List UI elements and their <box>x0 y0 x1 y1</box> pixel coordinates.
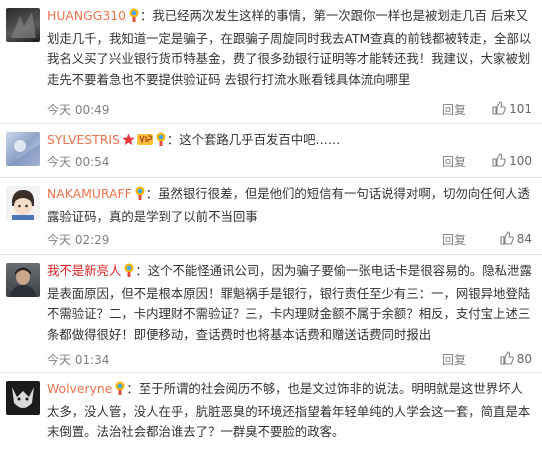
timestamp: 今天 02:29 <box>47 233 110 247</box>
comment-body: SYLVESTRIS ：这个套路几乎百发百中吧…… 今天 00:54 回复 100 <box>47 130 532 169</box>
like-count: 100 <box>509 154 532 168</box>
comment-body: 我不是新亮人 ：这个不能怪通讯公司，因为骗子要偷一张电话卡是很容易的。隐私泄露是表… <box>47 261 532 367</box>
rainbow-badge-icon[interactable] <box>114 381 126 402</box>
thumbs-up-icon <box>500 231 514 248</box>
avatar[interactable] <box>6 381 40 415</box>
like-button[interactable]: 80 <box>500 351 532 368</box>
thumbs-up-icon <box>500 351 514 368</box>
reply-button[interactable]: 回复 <box>442 231 466 248</box>
avatar[interactable] <box>6 186 40 220</box>
reply-button[interactable]: 回复 <box>442 153 466 170</box>
thumbs-up-icon <box>492 101 506 118</box>
comment-item: SYLVESTRIS ：这个套路几乎百发百中吧…… 今天 00:54 回复 100 <box>0 124 542 178</box>
rainbow-badge-icon[interactable] <box>134 186 146 207</box>
thumbs-up-icon <box>492 153 506 170</box>
like-button[interactable]: 84 <box>500 231 532 248</box>
vip-level-icon[interactable] <box>136 132 153 153</box>
avatar[interactable] <box>6 132 40 166</box>
comment-text-block: 我不是新亮人 ：这个不能怪通讯公司，因为骗子要偷一张电话卡是很容易的。隐私泄露是表… <box>47 261 532 345</box>
like-count: 84 <box>516 232 532 246</box>
like-button[interactable]: 101 <box>492 101 532 118</box>
username-link[interactable]: Wolveryne <box>47 381 112 396</box>
avatar[interactable] <box>6 263 40 297</box>
username-link[interactable]: HUANGG310 <box>47 8 126 23</box>
rainbow-badge-icon[interactable] <box>128 8 140 29</box>
rainbow-badge-icon[interactable] <box>123 263 135 284</box>
comment-body: HUANGG310 ：我已经两次发生这样的事情，第一次跟你一样也是被划走几百 后来… <box>47 6 532 117</box>
timestamp: 今天 01:34 <box>47 353 110 367</box>
comment-text-block: SYLVESTRIS ：这个套路几乎百发百中吧…… <box>47 130 532 153</box>
like-button[interactable]: 100 <box>492 153 532 170</box>
timestamp: 今天 00:49 <box>47 103 110 117</box>
comment-item: Wolveryne ：至于所谓的社会阅历不够，也是文过饰非的说法。明明就是这世界坏… <box>0 373 542 457</box>
rainbow-badge-icon[interactable] <box>155 132 167 153</box>
comment-body: Wolveryne ：至于所谓的社会阅历不够，也是文过饰非的说法。明明就是这世界坏… <box>47 379 532 443</box>
like-count: 80 <box>516 352 532 366</box>
comment-item: NAKAMURAFF ：虽然银行很差，但是他们的短信有一句话说得对啊，切勿向任何人… <box>0 178 542 255</box>
comment-text-block: NAKAMURAFF ：虽然银行很差，但是他们的短信有一句话说得对啊，切勿向任何人… <box>47 184 532 227</box>
comment-text-block: HUANGG310 ：我已经两次发生这样的事情，第一次跟你一样也是被划走几百 后来… <box>47 6 532 90</box>
comment-body: NAKAMURAFF ：虽然银行很差，但是他们的短信有一句话说得对啊，切勿向任何人… <box>47 184 532 247</box>
comment-item: 我不是新亮人 ：这个不能怪通讯公司，因为骗子要偷一张电话卡是很容易的。隐私泄露是表… <box>0 255 542 373</box>
star-icon <box>122 132 135 153</box>
username-link[interactable]: NAKAMURAFF <box>47 186 132 201</box>
username-link[interactable]: 我不是新亮人 <box>47 263 121 278</box>
comment-feed: HUANGG310 ：我已经两次发生这样的事情，第一次跟你一样也是被划走几百 后来… <box>0 0 542 457</box>
comment-item: HUANGG310 ：我已经两次发生这样的事情，第一次跟你一样也是被划走几百 后来… <box>0 0 542 124</box>
comment-text-block: Wolveryne ：至于所谓的社会阅历不够，也是文过饰非的说法。明明就是这世界坏… <box>47 379 532 443</box>
avatar[interactable] <box>6 8 40 42</box>
comment-text: ：这个套路几乎百发百中吧…… <box>166 132 341 147</box>
username-link[interactable]: SYLVESTRIS <box>47 132 120 147</box>
timestamp: 今天 00:54 <box>47 155 110 169</box>
reply-button[interactable]: 回复 <box>442 101 466 118</box>
like-count: 101 <box>509 102 532 116</box>
reply-button[interactable]: 回复 <box>442 351 466 368</box>
